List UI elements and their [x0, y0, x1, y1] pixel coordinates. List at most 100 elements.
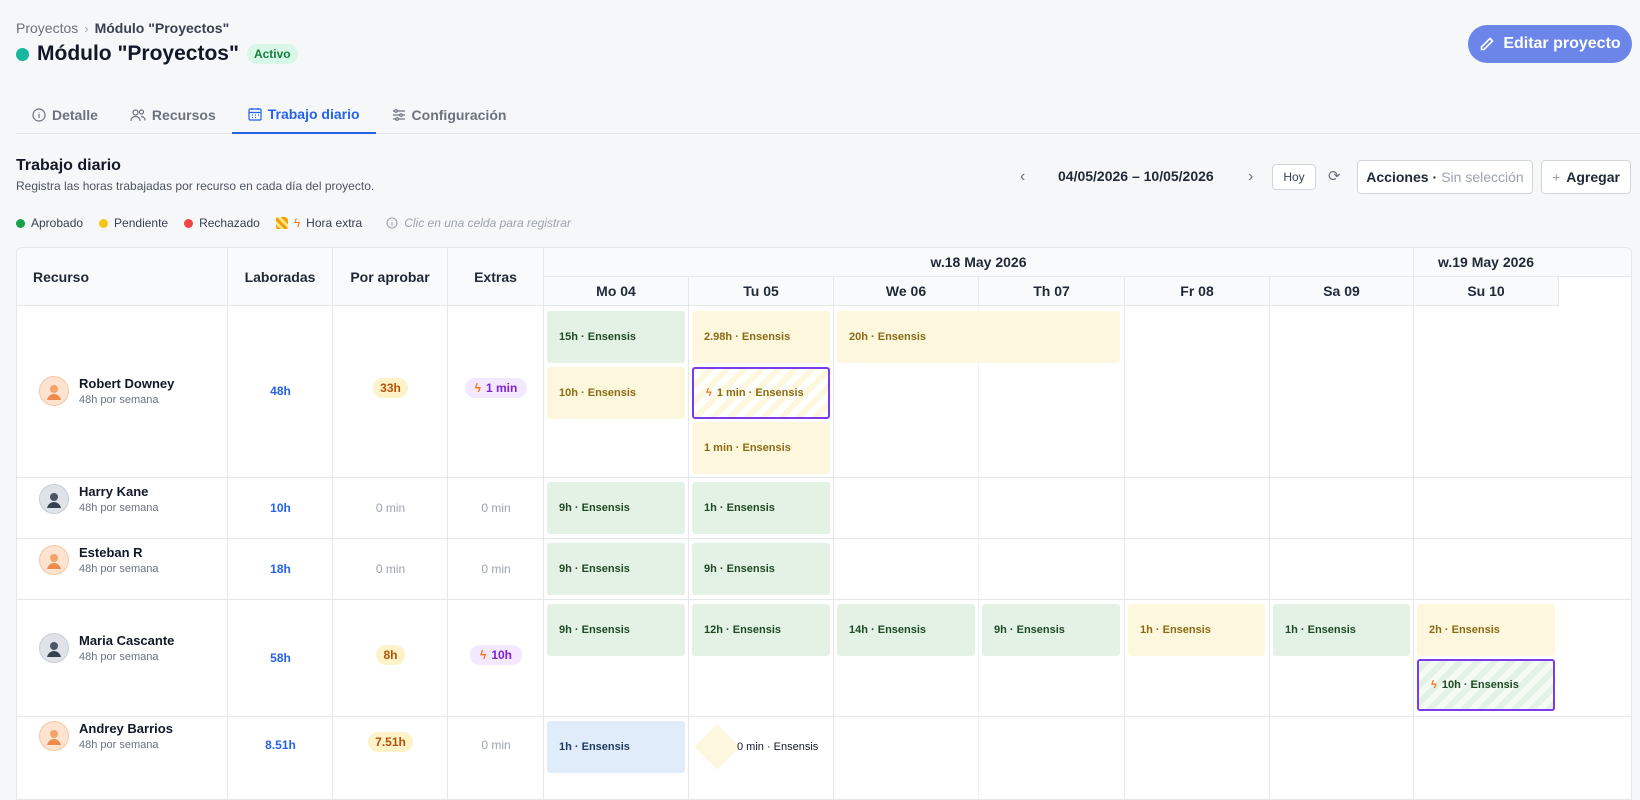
page-title: Módulo "Proyectos"	[37, 42, 239, 65]
time-entry[interactable]: 9h · Ensensis	[692, 543, 830, 595]
info-icon	[32, 108, 46, 122]
day-header: We 06	[834, 277, 979, 306]
legend-approved: Aprobado	[16, 216, 83, 230]
overtime-entry[interactable]: ϟ 1 min · Ensensis	[692, 367, 830, 419]
resource-name: Maria Cascante	[79, 633, 175, 648]
extras-badge: ϟ 10h	[469, 645, 523, 665]
overtime-entry[interactable]: ϟ 10h · Ensensis	[1417, 659, 1555, 711]
divider	[978, 306, 979, 799]
person-avatar-icon	[47, 730, 61, 745]
time-entry[interactable]: 9h · Ensensis	[547, 604, 685, 656]
time-entry[interactable]: 15h · Ensensis	[547, 311, 685, 363]
time-entry[interactable]: 12h · Ensensis	[692, 604, 830, 656]
row-divider	[17, 538, 1631, 539]
legend-label: Rechazado	[199, 216, 260, 230]
extras-value: 1 min	[486, 381, 518, 395]
daily-work-grid: Recurso Laboradas Por aprobar Extras w.1…	[16, 247, 1632, 800]
actions-button[interactable]: Acciones · Sin selección	[1357, 160, 1533, 194]
column-header-worked: Laboradas	[228, 248, 333, 306]
sliders-icon	[392, 109, 405, 121]
edit-project-label: Editar proyecto	[1503, 35, 1621, 52]
time-entry[interactable]: 1h · Ensensis	[1128, 604, 1265, 656]
chevron-right-icon[interactable]: ›	[1248, 168, 1253, 186]
to-approve-badge: 33h	[373, 378, 408, 398]
entry-label: 1 min · Ensensis	[716, 387, 804, 399]
today-button[interactable]: Hoy	[1272, 164, 1316, 190]
time-entry[interactable]: 20h · Ensensis	[837, 311, 1120, 363]
worked-hours: 48h	[270, 384, 291, 398]
column-header-extras: Extras	[448, 248, 544, 306]
to-approve-badge: 7.51h	[368, 732, 413, 752]
time-entry[interactable]: 1h · Ensensis	[547, 721, 685, 773]
avatar	[39, 545, 69, 575]
to-approve-badge: 8h	[376, 645, 405, 665]
day-header: Th 07	[979, 277, 1125, 306]
divider	[1269, 306, 1270, 799]
resource-capacity: 48h por semana	[79, 394, 159, 406]
column-header-resource: Recurso	[17, 248, 228, 306]
day-header: Sa 09	[1270, 277, 1414, 306]
legend: Aprobado Pendiente Rechazado ϟ Hora extra…	[16, 216, 571, 230]
date-range: 04/05/2026 – 10/05/2026	[1058, 168, 1214, 184]
divider	[227, 306, 228, 799]
resource-cell: Maria Cascante 48h por semana	[39, 633, 174, 663]
tab-trabajo-diario[interactable]: Trabajo diario	[231, 96, 376, 134]
week-header: w.18 May 2026	[544, 248, 1414, 277]
time-entry[interactable]: 1 min · Ensensis	[692, 422, 830, 474]
avatar	[39, 376, 69, 406]
extras-badge: ϟ 1 min	[464, 378, 528, 398]
resource-cell: Harry Kane 48h por semana	[39, 484, 159, 514]
avatar	[39, 484, 69, 514]
time-entry[interactable]: 0 min · Ensensis	[737, 721, 837, 773]
tab-detalle[interactable]: Detalle	[16, 96, 114, 134]
stripes-icon	[275, 217, 288, 229]
resource-name: Robert Downey	[79, 376, 175, 391]
divider	[688, 306, 689, 799]
plus-icon: +	[1552, 169, 1561, 185]
users-icon	[130, 109, 146, 122]
time-entry[interactable]: 14h · Ensensis	[837, 604, 975, 656]
resource-name: Esteban R	[79, 545, 143, 560]
day-header: Fr 08	[1125, 277, 1270, 306]
pending-dot-icon	[99, 218, 109, 228]
to-approve-cell: 7.51h	[333, 732, 448, 752]
time-entry[interactable]: 9h · Ensensis	[547, 543, 685, 595]
breadcrumb-parent-link[interactable]: Proyectos	[16, 20, 78, 36]
tab-recursos[interactable]: Recursos	[114, 96, 232, 134]
resource-name: Harry Kane	[79, 484, 149, 499]
legend-overtime: ϟ Hora extra	[275, 216, 362, 230]
add-button[interactable]: + Agregar	[1541, 160, 1631, 194]
time-entry[interactable]: 9h · Ensensis	[547, 482, 685, 534]
time-entry[interactable]: 10h · Ensensis	[547, 367, 685, 419]
time-entry[interactable]: 1h · Ensensis	[692, 482, 830, 534]
extras-value: 10h	[491, 648, 513, 662]
legend-hint: Clic en una celda para registrar	[386, 216, 571, 230]
tab-configuracion[interactable]: Configuración	[376, 96, 523, 134]
resource-capacity: 48h por semana	[79, 502, 159, 514]
edit-project-button[interactable]: Editar proyecto	[1468, 25, 1632, 63]
person-avatar-icon	[47, 493, 61, 508]
resource-capacity: 48h por semana	[79, 739, 159, 751]
time-entry[interactable]: 9h · Ensensis	[982, 604, 1120, 656]
bolt-icon: ϟ	[479, 648, 487, 662]
add-label: Agregar	[1566, 169, 1620, 185]
entry-label: 10h · Ensensis	[1441, 679, 1519, 691]
selection-label: Sin selección	[1441, 169, 1524, 185]
hint-text: Clic en una celda para registrar	[404, 216, 571, 230]
time-entry[interactable]: 1h · Ensensis	[1273, 604, 1410, 656]
row-divider	[17, 599, 1631, 600]
breadcrumb-current: Módulo "Proyectos"	[94, 20, 230, 36]
status-dot-icon	[16, 47, 29, 61]
avatar	[39, 633, 69, 663]
worked-hours: 10h	[270, 501, 291, 515]
time-entry[interactable]: 2.98h · Ensensis	[692, 311, 830, 363]
chevron-left-icon[interactable]: ‹	[1020, 168, 1025, 186]
extras-cell: ϟ 10h	[448, 645, 544, 665]
time-entry[interactable]: 2h · Ensensis	[1417, 604, 1555, 656]
calendar-icon	[248, 108, 262, 121]
avatar	[39, 721, 69, 751]
tab-label: Recursos	[151, 107, 216, 123]
actions-separator: ·	[1432, 169, 1438, 185]
refresh-icon[interactable]: ⟳	[1328, 167, 1341, 185]
pending-diamond-icon[interactable]	[694, 724, 740, 770]
